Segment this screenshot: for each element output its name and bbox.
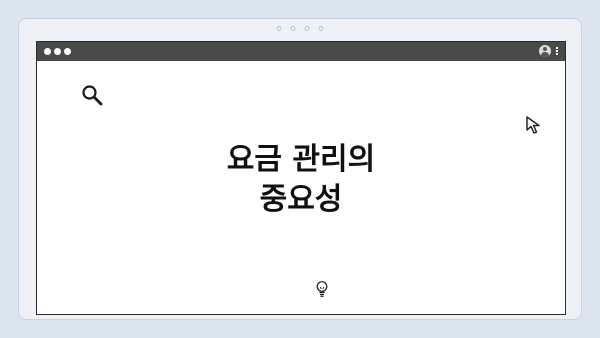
user-icon[interactable]: [539, 45, 551, 57]
page-headline: 요금 관리의 중요성: [37, 140, 565, 220]
titlebar-actions: [539, 45, 558, 57]
pager-dot[interactable]: [318, 26, 324, 31]
close-window-button[interactable]: [44, 48, 51, 55]
pager-dots: [276, 26, 324, 31]
search-icon: [82, 85, 103, 106]
maximize-window-button[interactable]: [64, 48, 71, 55]
headline-line-2: 중요성: [259, 182, 343, 217]
pager-dot[interactable]: [290, 26, 296, 31]
kebab-menu-icon[interactable]: [556, 47, 558, 55]
cursor-arrow-icon: [526, 116, 540, 134]
pager-dot[interactable]: [304, 26, 310, 31]
window-titlebar: [37, 42, 565, 61]
browser-window: 요금 관리의 중요성: [36, 41, 566, 315]
minimize-window-button[interactable]: [54, 48, 61, 55]
lightbulb-icon: [316, 281, 328, 297]
device-frame: 요금 관리의 중요성: [18, 18, 582, 320]
pager-dot[interactable]: [276, 26, 282, 31]
window-controls: [44, 48, 71, 55]
headline-line-1: 요금 관리의: [226, 142, 376, 177]
